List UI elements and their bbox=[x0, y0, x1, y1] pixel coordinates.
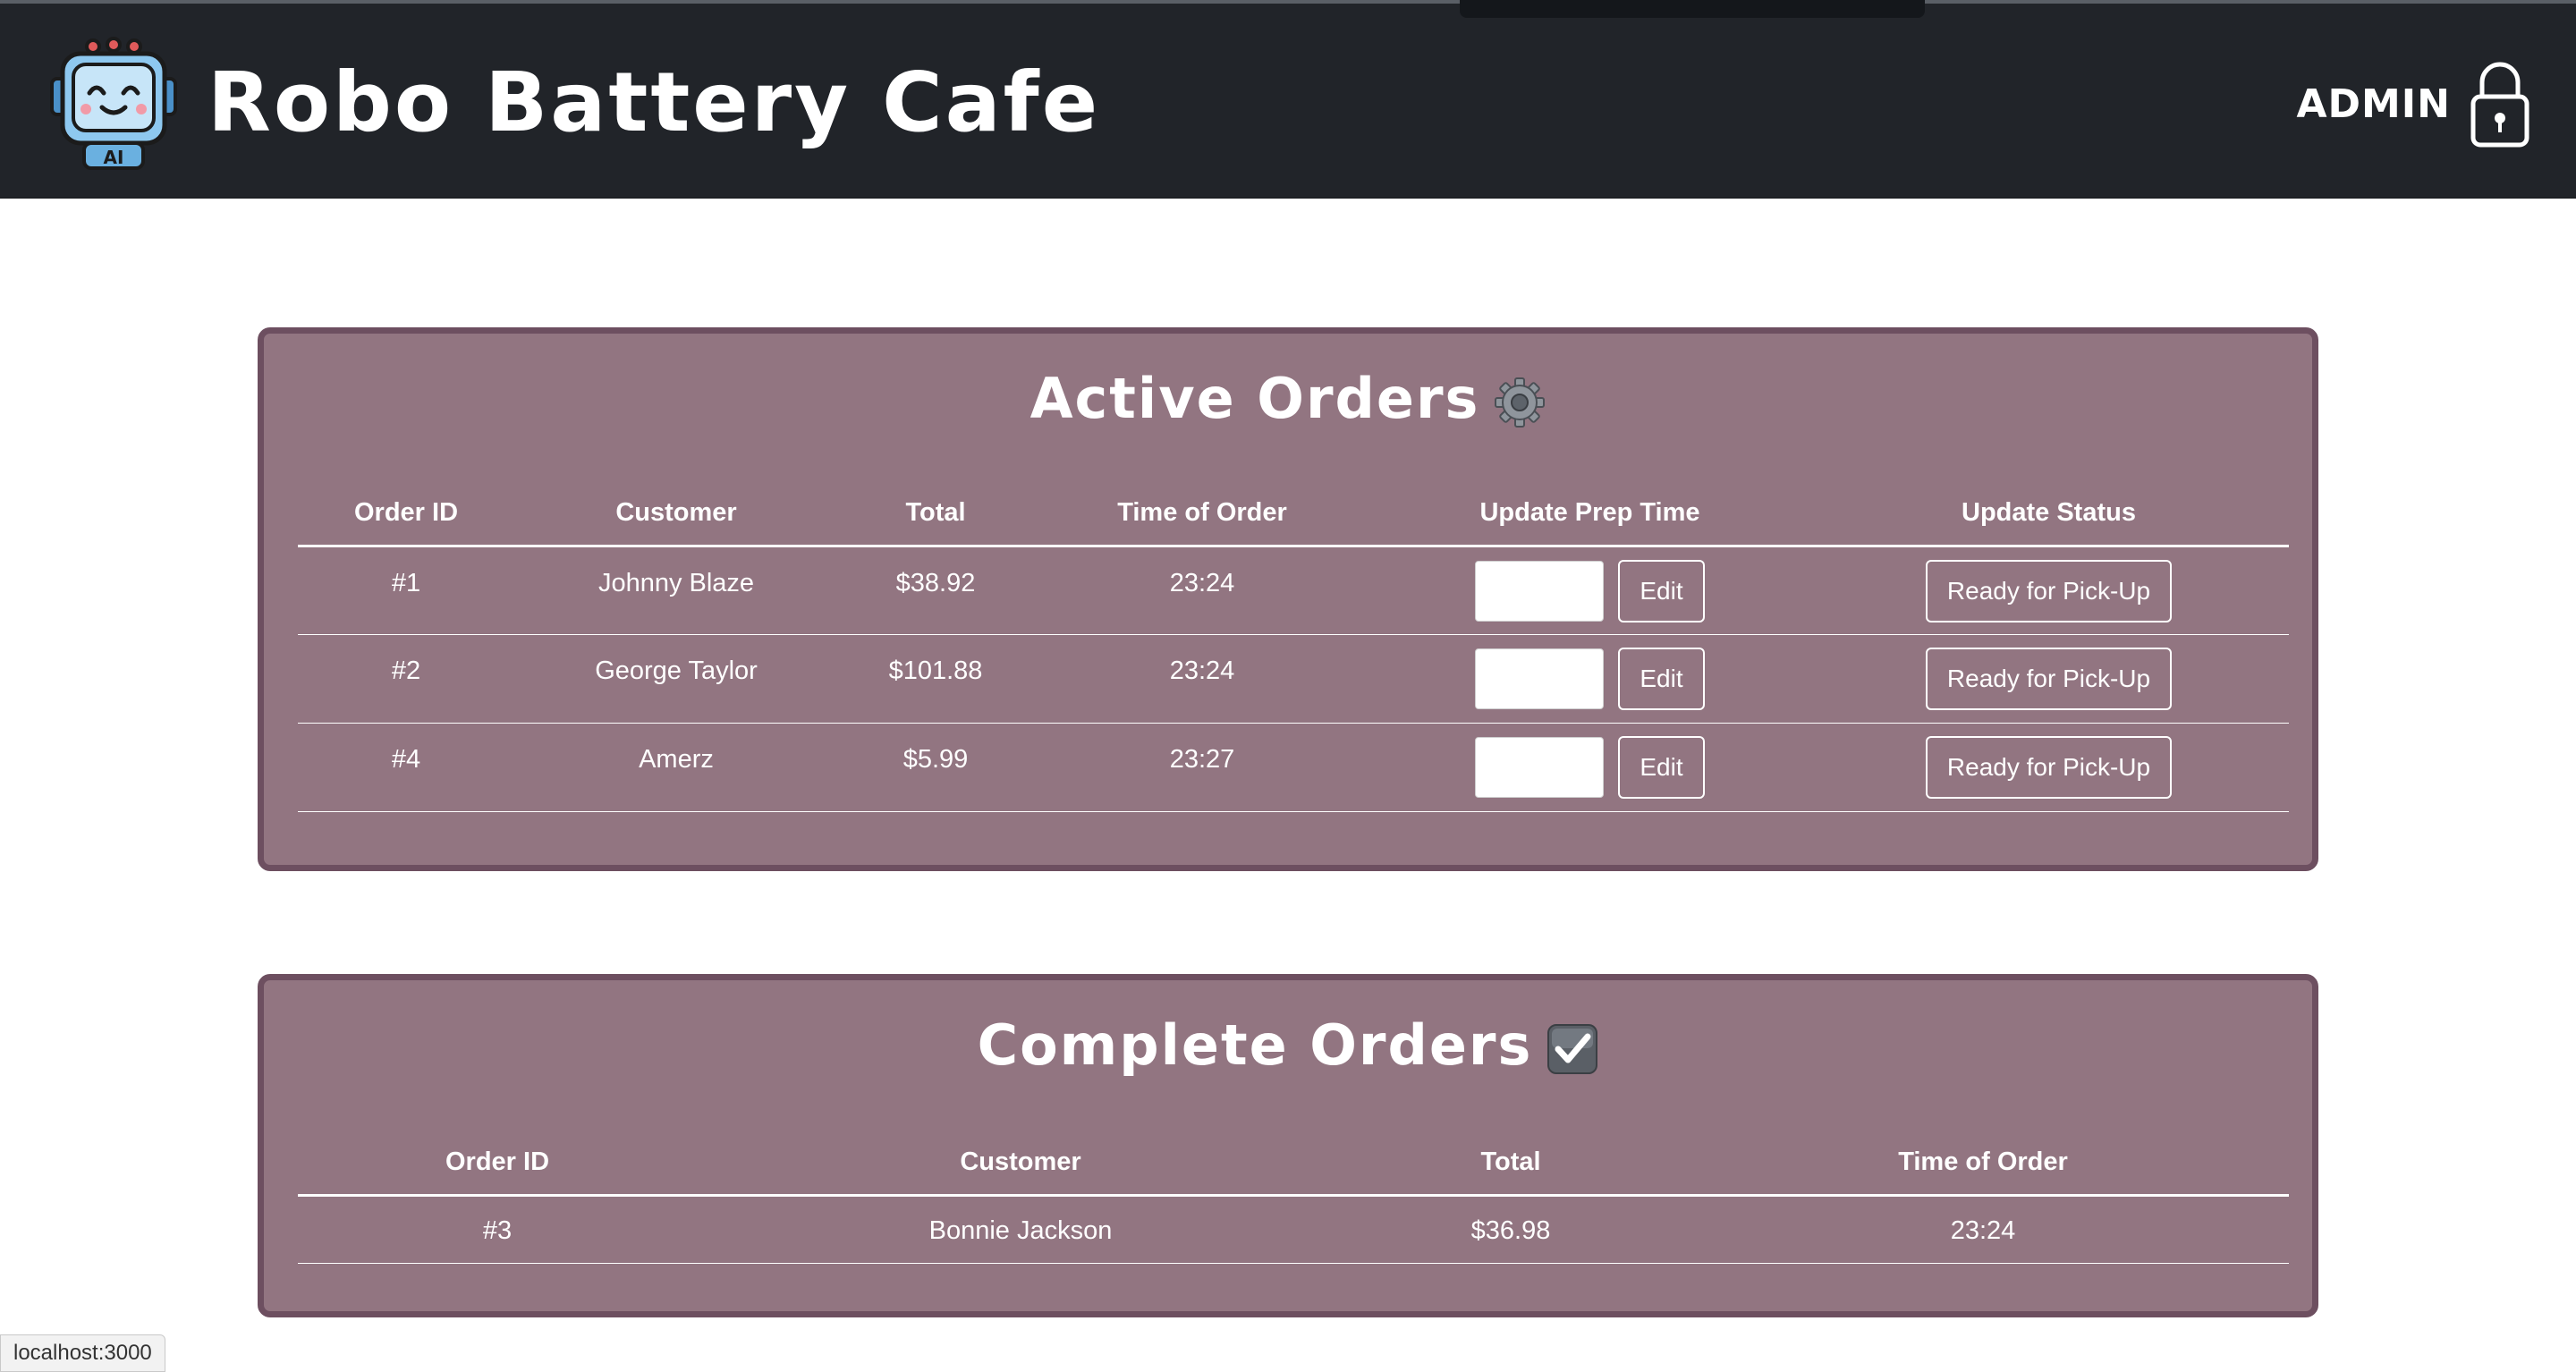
customer-name: Amerz bbox=[514, 723, 838, 812]
app-header: AI Robo Battery Cafe ADMIN bbox=[0, 4, 2576, 199]
complete-orders-title: Complete Orders bbox=[264, 1012, 2312, 1078]
prep-time-cell: Edit bbox=[1371, 546, 1809, 635]
prep-time-input[interactable] bbox=[1475, 736, 1605, 798]
prep-time-cell: Edit bbox=[1371, 634, 1809, 724]
order-id: #3 bbox=[298, 1195, 697, 1264]
active-orders-title: Active Orders bbox=[264, 366, 2312, 431]
gear-icon bbox=[1495, 377, 1546, 428]
column-order-id: Order ID bbox=[298, 1131, 697, 1197]
customer-name: George Taylor bbox=[514, 634, 838, 724]
browser-tab-overlay bbox=[1460, 0, 1925, 18]
admin-login-button[interactable]: ADMIN bbox=[2296, 59, 2531, 148]
column-total: Total bbox=[1344, 1131, 1677, 1197]
column-total: Total bbox=[838, 481, 1033, 547]
lock-icon bbox=[2470, 62, 2529, 148]
complete-orders-table: Order ID Customer Total Time of Order #3… bbox=[298, 1131, 2289, 1264]
column-order-id: Order ID bbox=[298, 481, 514, 547]
robot-icon: AI bbox=[50, 37, 177, 170]
order-time: 23:24 bbox=[1677, 1195, 2289, 1264]
edit-button[interactable]: Edit bbox=[1618, 559, 1705, 622]
prep-time-input[interactable] bbox=[1475, 648, 1605, 709]
checkbox-icon bbox=[1547, 1023, 1598, 1074]
order-total: $101.88 bbox=[838, 634, 1033, 724]
prep-time-input[interactable] bbox=[1475, 560, 1605, 622]
status-cell: Ready for Pick-Up bbox=[1809, 723, 2289, 812]
edit-button[interactable]: Edit bbox=[1618, 735, 1705, 799]
svg-text:AI: AI bbox=[104, 147, 124, 168]
column-customer: Customer bbox=[697, 1131, 1344, 1197]
complete-orders-panel: Complete Orders Order ID Customer Total … bbox=[258, 974, 2318, 1317]
table-row: #2 George Taylor $101.88 23:24 Edit Read… bbox=[298, 634, 2289, 724]
order-time: 23:27 bbox=[1033, 723, 1371, 812]
status-cell: Ready for Pick-Up bbox=[1809, 634, 2289, 724]
table-row: #1 Johnny Blaze $38.92 23:24 Edit Ready … bbox=[298, 546, 2289, 635]
customer-name: Johnny Blaze bbox=[514, 546, 838, 635]
table-header-row: Order ID Customer Total Time of Order bbox=[298, 1131, 2289, 1197]
app-title: Robo Battery Cafe bbox=[208, 55, 1101, 150]
ready-for-pickup-button[interactable]: Ready for Pick-Up bbox=[1925, 559, 2173, 622]
column-update-status: Update Status bbox=[1809, 481, 2289, 547]
table-row: #3 Bonnie Jackson $36.98 23:24 bbox=[298, 1195, 2289, 1264]
table-header-row: Order ID Customer Total Time of Order Up… bbox=[298, 481, 2289, 547]
admin-label: ADMIN bbox=[2296, 80, 2451, 127]
customer-name: Bonnie Jackson bbox=[697, 1195, 1344, 1264]
prep-time-cell: Edit bbox=[1371, 723, 1809, 812]
order-id: #1 bbox=[298, 546, 514, 635]
column-update-prep-time: Update Prep Time bbox=[1371, 481, 1809, 547]
order-total: $38.92 bbox=[838, 546, 1033, 635]
order-time: 23:24 bbox=[1033, 634, 1371, 724]
active-orders-table: Order ID Customer Total Time of Order Up… bbox=[298, 481, 2289, 812]
active-orders-panel: Active Orders Order ID Customer Total Ti… bbox=[258, 327, 2318, 871]
ready-for-pickup-button[interactable]: Ready for Pick-Up bbox=[1925, 647, 2173, 710]
order-id: #4 bbox=[298, 723, 514, 812]
browser-status-url: localhost:3000 bbox=[0, 1334, 165, 1372]
order-total: $5.99 bbox=[838, 723, 1033, 812]
table-row: #4 Amerz $5.99 23:27 Edit Ready for Pick… bbox=[298, 723, 2289, 812]
order-total: $36.98 bbox=[1344, 1195, 1677, 1264]
status-cell: Ready for Pick-Up bbox=[1809, 546, 2289, 635]
column-time-of-order: Time of Order bbox=[1677, 1131, 2289, 1197]
order-time: 23:24 bbox=[1033, 546, 1371, 635]
edit-button[interactable]: Edit bbox=[1618, 647, 1705, 710]
column-customer: Customer bbox=[514, 481, 838, 547]
order-id: #2 bbox=[298, 634, 514, 724]
ready-for-pickup-button[interactable]: Ready for Pick-Up bbox=[1925, 735, 2173, 799]
column-time-of-order: Time of Order bbox=[1033, 481, 1371, 547]
